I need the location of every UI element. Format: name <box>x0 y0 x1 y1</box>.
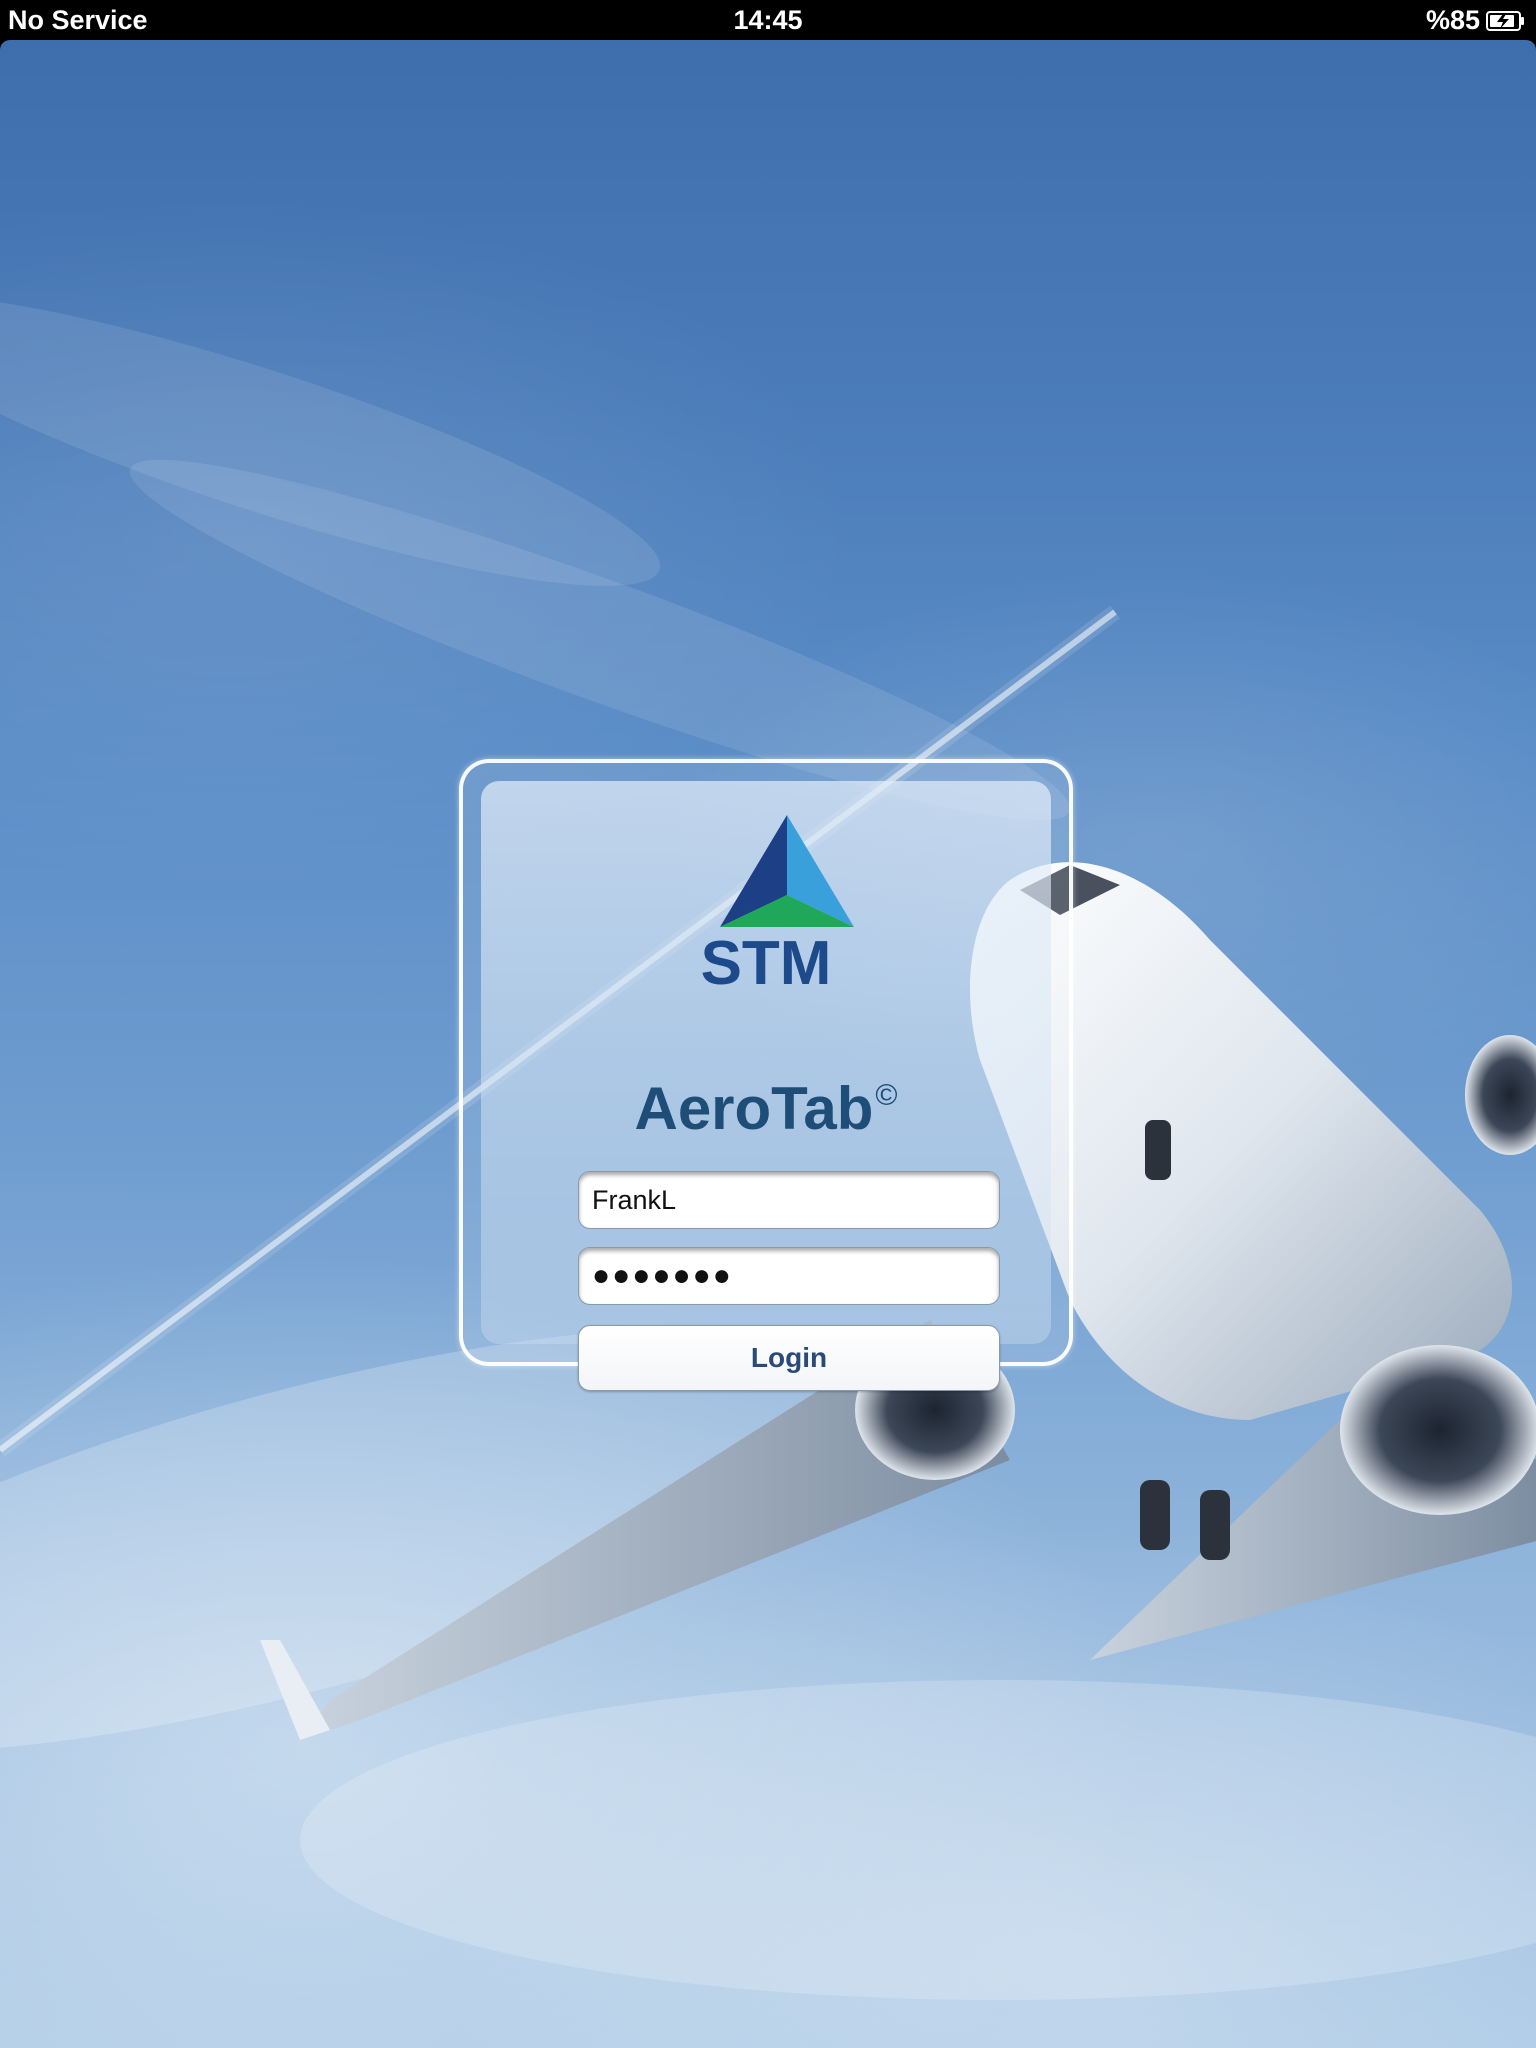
username-value: FrankL <box>592 1184 677 1215</box>
login-screen: STM AeroTab© FrankL ●●●●●●● Login <box>0 40 1536 2048</box>
login-button[interactable]: Login <box>578 1325 1000 1391</box>
app-title-text: AeroTab <box>634 1075 874 1142</box>
stm-logo-icon <box>720 815 854 927</box>
login-panel: STM AeroTab© FrankL ●●●●●●● Login <box>459 759 1073 1391</box>
username-field[interactable]: FrankL <box>578 1171 1000 1229</box>
clock-label: 14:45 <box>733 5 803 35</box>
password-field[interactable]: ●●●●●●● <box>578 1247 1000 1305</box>
password-value: ●●●●●●● <box>592 1259 733 1292</box>
login-panel-inner: STM AeroTab© FrankL ●●●●●●● Login <box>481 781 1051 1391</box>
brand-logo-text: STM <box>700 929 832 998</box>
battery-charging-icon <box>1486 10 1524 31</box>
status-bar: No Service 14:45 %85 <box>0 0 1536 40</box>
login-button-label: Login <box>750 1342 828 1373</box>
copyright-mark: © <box>875 1079 898 1112</box>
battery-status: %85 <box>1426 5 1526 36</box>
battery-percent: %85 <box>1425 5 1480 35</box>
app-title: AeroTab© <box>481 1066 1051 1139</box>
